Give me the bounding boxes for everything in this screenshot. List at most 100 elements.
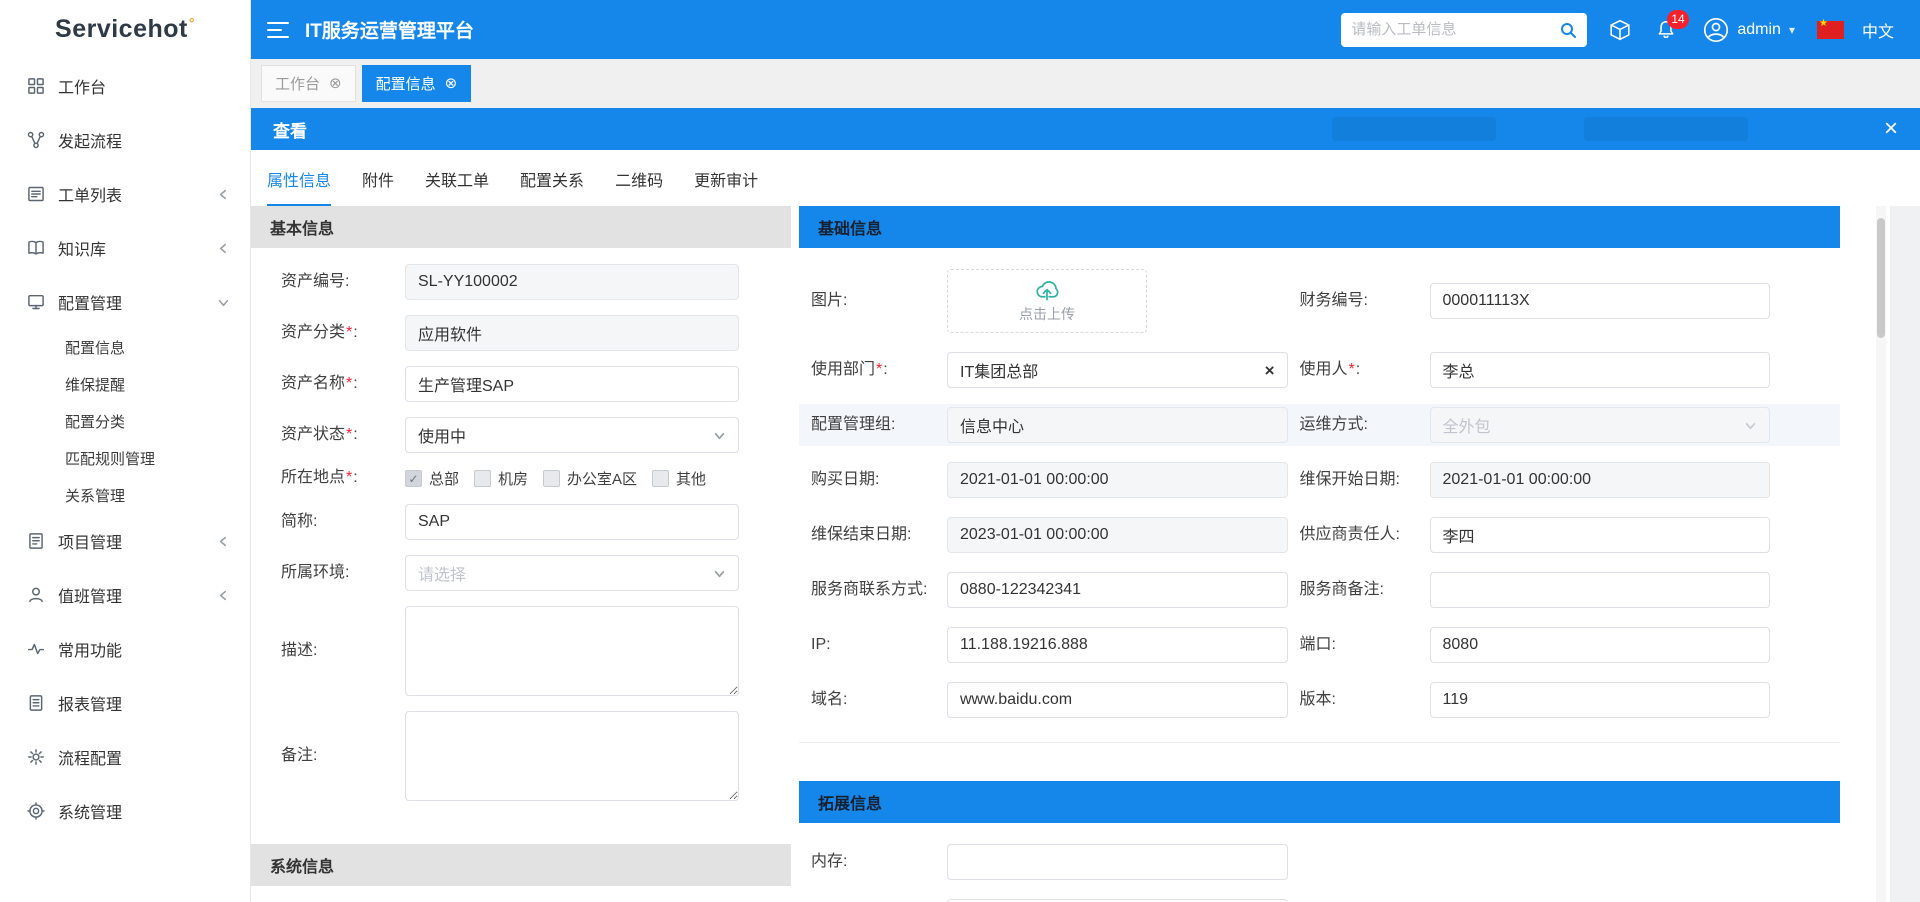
description-textarea[interactable] [405,606,739,696]
service-remark-input[interactable] [1430,572,1771,608]
sidebar-item-config-management[interactable]: 配置管理 [0,275,250,329]
port-input[interactable]: 8080 [1430,627,1771,663]
view-tab-config-relations[interactable]: 配置关系 [520,167,584,206]
asset-category-input[interactable]: 应用软件 [405,315,739,351]
vertical-scrollbar[interactable] [1876,206,1886,902]
form-row: 维保结束日期:2023-01-01 00:00:00供应商责任人:李四 [799,514,1840,556]
location-checkbox-other[interactable]: 其他 [652,468,706,489]
view-tab-related-work-orders[interactable]: 关联工单 [425,167,489,206]
sidebar-item-project-management[interactable]: 项目管理 [0,514,250,568]
sidebar-item-duty-management[interactable]: 值班管理 [0,568,250,622]
tab-close-icon[interactable]: ⊗ [445,76,458,91]
sidebar-item-workbench[interactable]: 工作台 [0,59,250,113]
sidebar-subitem-config-category[interactable]: 配置分类 [0,403,250,440]
sidebar-item-knowledge-base[interactable]: 知识库 [0,221,250,275]
checkbox-icon [652,470,669,487]
form-row: 图片:点击上传财务编号:000011113X [799,266,1840,336]
ops-mode-select[interactable]: 全外包 [1430,407,1771,443]
app-title: IT服务运营管理平台 [305,16,474,43]
sidebar-item-process-config[interactable]: 流程配置 [0,730,250,784]
location-checkbox-server-room[interactable]: 机房 [474,468,528,489]
page-tab-config-info[interactable]: 配置信息⊗ [362,65,472,102]
user-menu[interactable]: admin ▾ [1703,17,1795,43]
form-row: CPU: [799,896,1840,902]
app-logo[interactable]: Servicehot° [0,0,250,59]
image-label: 图片: [811,291,935,312]
ip-label: IP: [811,635,935,656]
flow-icon [27,131,45,149]
domain-input[interactable]: www.baidu.com [947,682,1288,718]
asset-status-select[interactable]: 使用中 [405,417,739,453]
form-row-short-name: 简称:SAP [251,504,791,540]
book-icon [27,239,45,257]
user-input[interactable]: 李总 [1430,352,1771,388]
left-column: 基本信息 资产编号:SL-YY100002资产分类*:应用软件资产名称*:生产管… [251,206,791,902]
view-tab-update-audit[interactable]: 更新审计 [694,167,758,206]
list-icon [27,185,45,203]
image-upload-box[interactable]: 点击上传 [947,269,1147,333]
ghost-block [1584,117,1748,141]
sidebar-item-common-functions[interactable]: 常用功能 [0,622,250,676]
close-icon[interactable]: × [1884,117,1898,141]
view-tab-attachments[interactable]: 附件 [362,167,394,206]
config-group-input[interactable]: 信息中心 [947,407,1288,443]
sidebar-nav: 工作台发起流程工单列表知识库配置管理配置信息维保提醒配置分类匹配规则管理关系管理… [0,59,250,838]
form-row: 配置管理组:信息中心运维方式:全外包 [799,404,1840,446]
clear-icon[interactable]: × [1265,362,1275,379]
view-title: 查看 [273,117,307,142]
environment-select[interactable]: 请选择 [405,555,739,591]
menu-toggle-icon[interactable] [267,21,289,39]
content-body: 基本信息 资产编号:SL-YY100002资产分类*:应用软件资产名称*:生产管… [251,206,1920,902]
memory-input[interactable] [947,844,1288,880]
form-content: 基本信息 资产编号:SL-YY100002资产分类*:应用软件资产名称*:生产管… [251,206,1920,902]
service-contact-input[interactable]: 0880-122342341 [947,572,1288,608]
china-flag-icon[interactable]: ★ [1817,21,1844,39]
sidebar-subitem-relation-management[interactable]: 关系管理 [0,477,250,514]
sidebar-subitem-config-info[interactable]: 配置信息 [0,329,250,366]
ghost-block [1332,117,1496,141]
location-checkbox-group: ✓总部机房办公室A区其他 [405,468,739,489]
supplier-owner-input[interactable]: 李四 [1430,517,1771,553]
asset-status-label: 资产状态*: [281,425,393,446]
sidebar-subitem-maintenance-reminder[interactable]: 维保提醒 [0,366,250,403]
search-icon[interactable] [1559,21,1577,39]
language-toggle[interactable]: 中文 [1862,18,1894,42]
finance-number-input[interactable]: 000011113X [1430,283,1771,319]
checkbox-icon [474,470,491,487]
remark-textarea[interactable] [405,711,739,801]
form-row-asset-status: 资产状态*: 使用中 [251,417,791,453]
required-asterisk: * [876,361,882,378]
form-row-location: 所在地点*:✓总部机房办公室A区其他 [251,468,791,489]
sidebar-subitem-matching-rule-management[interactable]: 匹配规则管理 [0,440,250,477]
ip-input[interactable]: 11.188.19216.888 [947,627,1288,663]
view-tab-attribute-info[interactable]: 属性信息 [267,167,331,206]
location-checkbox-office-a[interactable]: 办公室A区 [543,468,637,489]
form-row-description: 描述: [251,606,791,696]
scrollbar-thumb[interactable] [1877,218,1885,338]
view-tab-qrcode[interactable]: 二维码 [615,167,663,206]
extension-info-rows: 内存:CPU: [799,823,1840,902]
sidebar-item-start-process[interactable]: 发起流程 [0,113,250,167]
page-tab-workbench[interactable]: 工作台⊗ [261,65,356,102]
asset-name-input[interactable]: 生产管理SAP [405,366,739,402]
chevron-down-icon [1744,419,1757,432]
asset-number-input[interactable]: SL-YY100002 [405,264,739,300]
search-input[interactable] [1351,21,1553,38]
tab-close-icon[interactable]: ⊗ [329,76,342,91]
location-checkbox-hq[interactable]: ✓总部 [405,468,459,489]
short-name-input[interactable]: SAP [405,504,739,540]
purchase-date-input[interactable]: 2021-01-01 00:00:00 [947,462,1288,498]
sidebar-item-system-management[interactable]: 系统管理 [0,784,250,838]
sidebar-item-report-management[interactable]: 报表管理 [0,676,250,730]
using-department-input[interactable]: IT集团总部× [947,352,1288,388]
notifications-button[interactable]: 14 [1655,19,1677,41]
maintenance-end-date-input[interactable]: 2023-01-01 00:00:00 [947,517,1288,553]
person-icon [27,586,45,604]
version-input[interactable]: 119 [1430,682,1771,718]
sidebar-item-work-order-list[interactable]: 工单列表 [0,167,250,221]
required-asterisk: * [1349,361,1355,378]
version-label: 版本: [1300,690,1418,711]
chevron-down-icon: ▾ [1789,23,1795,37]
cube-icon[interactable] [1609,19,1631,41]
maintenance-start-date-input[interactable]: 2021-01-01 00:00:00 [1430,462,1771,498]
